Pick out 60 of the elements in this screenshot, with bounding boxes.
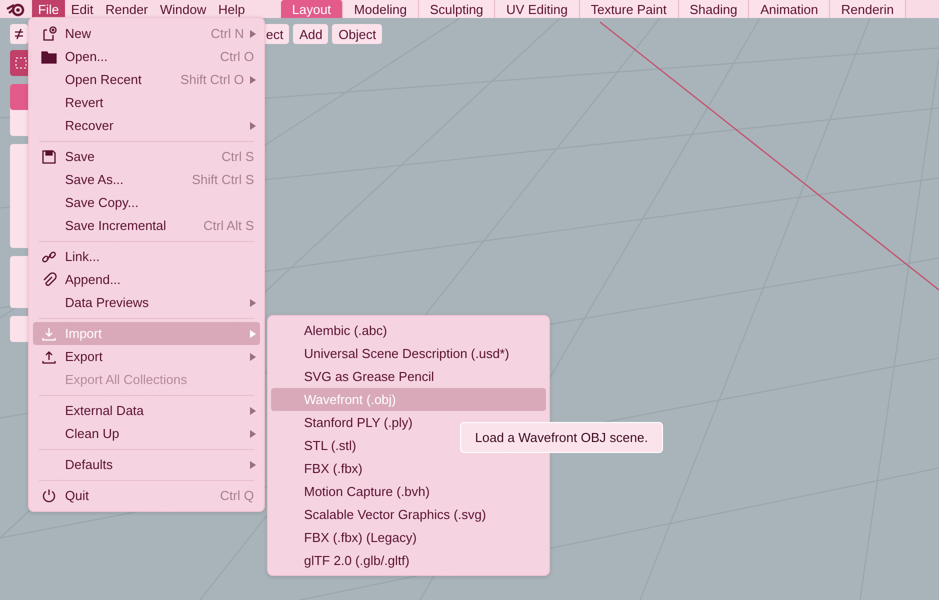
workspace-tab[interactable]: Shading [678,0,750,18]
submenu-arrow-icon [250,76,256,84]
workspace-tab[interactable]: Renderin [830,0,906,18]
menu-item[interactable]: Clean Up [33,422,260,445]
menu-item[interactable]: File [32,0,65,18]
menu-item[interactable]: SVG as Grease Pencil [271,365,546,388]
menu-item[interactable]: Universal Scene Description (.usd*) [271,342,546,365]
workspace-tab[interactable]: Sculpting [418,0,496,18]
new-file-icon [41,26,57,42]
logo-icon [6,1,26,17]
mode-button[interactable] [10,24,28,44]
submenu-arrow-icon [250,460,256,468]
menu-item[interactable]: Edit [64,0,100,18]
menu-item[interactable]: Save Copy... [33,191,260,214]
submenu-arrow-icon [250,330,256,338]
menu-item[interactable]: New Ctrl N [33,22,260,45]
tooltip: Load a Wavefront OBJ scene. [460,422,663,453]
submenu-arrow-icon [250,30,256,38]
workspace-tab[interactable]: Texture Paint [580,0,679,18]
menu-item[interactable]: Save Incremental Ctrl Alt S [33,214,260,237]
menu-item[interactable]: Alembic (.abc) [271,319,546,342]
menu-item[interactable]: Recover [33,114,260,137]
select-box-icon [14,56,28,70]
menu-item[interactable]: FBX (.fbx) (Legacy) [271,526,546,549]
workspace-tab[interactable]: Animation [749,0,830,18]
menu-item[interactable]: Revert [33,91,260,114]
link-icon [41,248,57,264]
workspace-tab[interactable]: Modeling [343,0,419,18]
menu-item[interactable]: Scalable Vector Graphics (.svg) [271,503,546,526]
menu-item[interactable]: Append... [33,268,260,291]
folder-icon [41,48,57,64]
submenu-arrow-icon [250,406,256,414]
menu-item[interactable]: Save As... Shift Ctrl S [33,168,260,191]
export-icon [41,348,57,364]
menu-item[interactable]: Help [212,0,251,18]
menu-item[interactable]: Motion Capture (.bvh) [271,480,546,503]
menu-item[interactable]: Export [33,345,260,368]
header-menu-button[interactable]: Add [293,24,328,44]
menu-item[interactable]: glTF 2.0 (.glb/.gltf) [271,549,546,572]
mode-icon [13,28,25,40]
menu-item[interactable]: Open Recent Shift Ctrl O [33,68,260,91]
header-menu-button[interactable]: Object [332,24,382,44]
import-icon [41,326,57,342]
menu-item[interactable]: Defaults [33,453,260,476]
power-icon [41,488,57,504]
menu-item[interactable]: Link... [33,245,260,268]
menu-item[interactable]: External Data [33,399,260,422]
menu-item[interactable]: Render [99,0,154,18]
submenu-arrow-icon [250,352,256,360]
menu-item[interactable]: Save Ctrl S [33,145,260,168]
menu-item[interactable]: FBX (.fbx) [271,457,546,480]
submenu-arrow-icon [250,298,256,306]
menu-item[interactable]: Quit Ctrl Q [33,484,260,507]
menu-item[interactable]: Data Previews [33,291,260,314]
menu-item[interactable]: Window [154,0,212,18]
menu-item[interactable]: Open... Ctrl O [33,45,260,68]
paperclip-icon [41,272,57,288]
submenu-arrow-icon [250,122,256,130]
workspace-tab[interactable]: UV Editing [495,0,580,18]
submenu-arrow-icon [250,430,256,438]
